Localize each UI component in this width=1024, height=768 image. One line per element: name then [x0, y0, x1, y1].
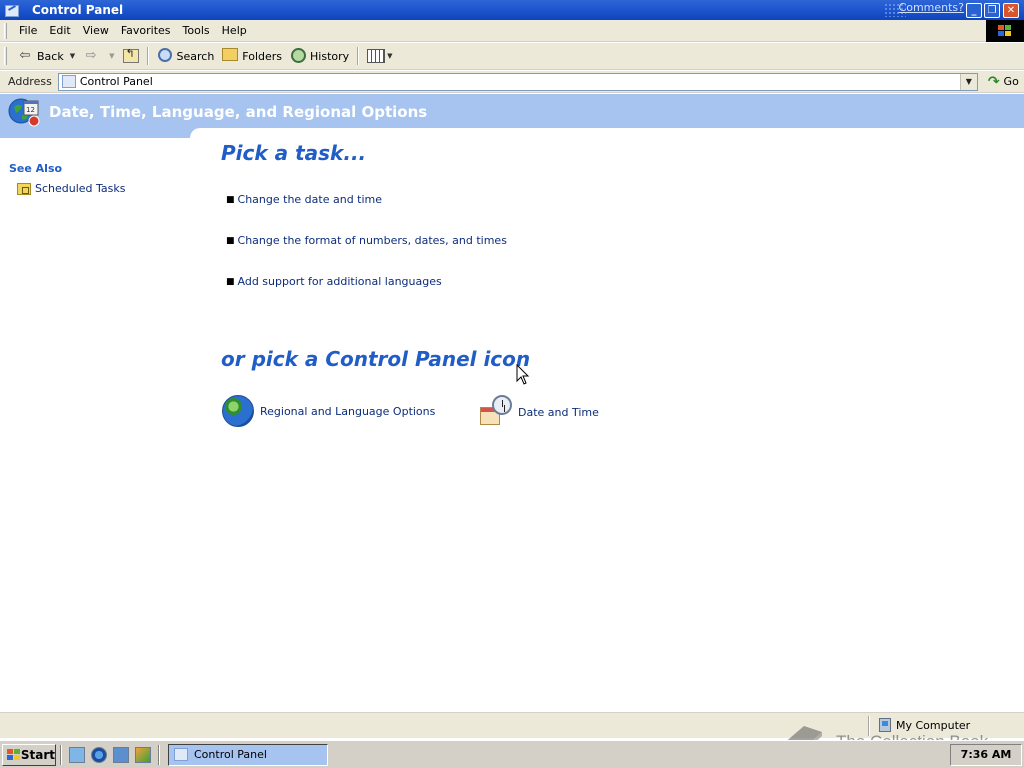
date-and-time-item[interactable]: Date and Time: [480, 395, 599, 429]
category-banner: 12 Date, Time, Language, and Regional Op…: [0, 94, 1024, 128]
globe-icon: [222, 395, 254, 427]
minimize-button[interactable]: _: [966, 3, 982, 18]
taskbar-separator: [158, 744, 160, 765]
folders-icon: [222, 48, 239, 61]
menu-favorites[interactable]: Favorites: [115, 24, 177, 37]
back-dropdown-icon[interactable]: ▼: [70, 52, 75, 60]
forward-button[interactable]: ⇨: [79, 45, 107, 67]
see-also-scheduled-tasks[interactable]: Scheduled Tasks: [17, 182, 126, 195]
start-label: Start: [20, 747, 55, 762]
cp-icon-label: Date and Time: [518, 405, 599, 419]
forward-dropdown-icon[interactable]: ▼: [109, 52, 114, 60]
windows-flag-icon: [7, 748, 18, 761]
up-button[interactable]: [119, 45, 143, 67]
task-add-languages[interactable]: ■ Add support for additional languages: [226, 275, 442, 288]
cp-icon-label: Regional and Language Options: [260, 404, 436, 418]
search-button[interactable]: Search: [153, 45, 219, 67]
views-button[interactable]: ▼: [363, 45, 400, 67]
regional-language-options-item[interactable]: Regional and Language Options: [222, 395, 435, 427]
taskbar-window-control-panel[interactable]: Control Panel: [168, 743, 328, 766]
search-icon: [157, 48, 172, 62]
title-bar[interactable]: Control Panel Comments? _ ❐ ✕: [0, 0, 1024, 20]
toolbar-separator: [146, 47, 149, 65]
history-icon: [290, 48, 306, 63]
back-arrow-icon: ⇦: [19, 48, 31, 63]
address-input[interactable]: Control Panel ▼: [57, 72, 978, 91]
scheduled-tasks-folder-icon: [17, 182, 31, 195]
address-label: Address: [8, 75, 52, 88]
left-pane-top: [0, 128, 190, 138]
history-button[interactable]: History: [286, 45, 353, 67]
mouse-cursor-icon: [516, 364, 530, 385]
restore-button[interactable]: ❐: [984, 3, 1000, 18]
toolbar-grip[interactable]: [4, 47, 7, 65]
task-label: Add support for additional languages: [237, 275, 442, 288]
menu-file[interactable]: File: [13, 24, 43, 37]
taskbar-window-label: Control Panel: [194, 748, 267, 761]
start-button[interactable]: Start: [2, 743, 56, 766]
taskbar: Start Control Panel 7:36 AM: [0, 740, 1024, 768]
forward-arrow-icon: ⇨: [85, 48, 97, 63]
taskbar-separator: [60, 744, 62, 765]
bullet-icon: ■: [226, 276, 235, 287]
comments-link[interactable]: Comments?: [899, 1, 964, 14]
task-change-date-time[interactable]: ■ Change the date and time: [226, 193, 382, 206]
address-dropdown-button[interactable]: ▼: [959, 73, 977, 90]
menu-grip[interactable]: [4, 22, 7, 39]
window-title: Control Panel: [32, 3, 124, 17]
menu-view[interactable]: View: [77, 24, 115, 37]
back-button[interactable]: ⇦ Back: [13, 45, 68, 67]
bullet-icon: ■: [226, 235, 235, 246]
folders-button[interactable]: Folders: [218, 45, 286, 67]
task-label: Change the date and time: [237, 193, 383, 206]
menu-help[interactable]: Help: [216, 24, 253, 37]
back-label: Back: [37, 49, 64, 63]
folders-label: Folders: [242, 49, 283, 63]
go-label: Go: [1003, 75, 1019, 88]
menu-edit[interactable]: Edit: [43, 24, 76, 37]
category-title: Date, Time, Language, and Regional Optio…: [49, 103, 428, 121]
left-pane-curve: [190, 128, 206, 138]
up-folder-icon: [122, 47, 139, 63]
task-change-format[interactable]: ■ Change the format of numbers, dates, a…: [226, 234, 507, 247]
address-value: Control Panel: [79, 75, 153, 88]
see-also-item-label: Scheduled Tasks: [35, 182, 126, 195]
internet-explorer-icon[interactable]: [91, 746, 107, 763]
windows-logo-icon: [986, 20, 1024, 42]
date-time-icon: [480, 395, 514, 429]
outlook-express-icon[interactable]: [113, 746, 129, 763]
go-button[interactable]: ↷ Go: [988, 74, 1019, 90]
show-desktop-icon[interactable]: [69, 746, 85, 763]
toolbar-separator: [357, 47, 360, 65]
standard-toolbar: ⇦ Back ▼ ⇨ ▼ Search Folders History ▼: [0, 43, 1024, 70]
address-bar: Address Control Panel ▼ ↷ Go: [0, 71, 1024, 93]
search-label: Search: [176, 49, 215, 63]
history-label: History: [310, 49, 350, 63]
control-panel-icon: [174, 748, 188, 761]
pick-icon-heading: or pick a Control Panel icon: [221, 347, 531, 371]
date-time-language-category-icon: 12: [8, 98, 40, 127]
control-panel-icon: [4, 3, 20, 17]
task-label: Change the format of numbers, dates, and…: [237, 234, 507, 247]
views-dropdown-icon: ▼: [387, 52, 393, 60]
media-player-icon[interactable]: [135, 746, 151, 763]
go-arrow-icon: ↷: [987, 73, 1000, 90]
control-panel-icon: [61, 75, 76, 88]
pick-a-task-heading: Pick a task...: [221, 141, 367, 165]
system-tray-clock[interactable]: 7:36 AM: [950, 744, 1022, 766]
menu-bar: File Edit View Favorites Tools Help: [0, 20, 1024, 42]
close-button[interactable]: ✕: [1003, 3, 1019, 18]
svg-text:12: 12: [26, 106, 35, 114]
see-also-heading: See Also: [9, 162, 63, 175]
bullet-icon: ■: [226, 194, 235, 205]
menu-tools[interactable]: Tools: [177, 24, 216, 37]
views-icon: [367, 49, 386, 63]
